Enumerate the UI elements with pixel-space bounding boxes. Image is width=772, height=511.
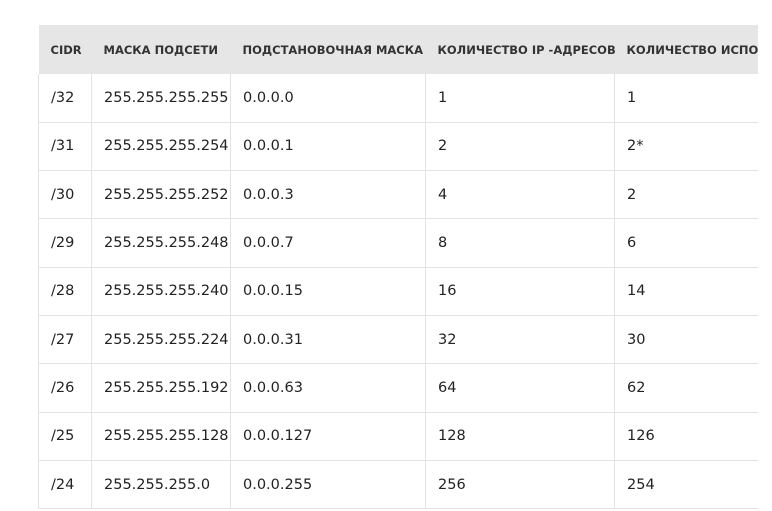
table-row: /24 255.255.255.0 0.0.0.255 256 254 <box>38 460 758 510</box>
header-subnet-mask: МАСКА ПОДСЕТИ <box>103 42 219 57</box>
header-wildcard-mask: ПОДСТАНОВОЧНАЯ МАСКА <box>242 42 424 57</box>
table-row: /29 255.255.255.248 0.0.0.7 8 6 <box>38 218 758 268</box>
cell-cidr: /26 <box>38 363 92 413</box>
table-row: /27 255.255.255.224 0.0.0.31 32 30 <box>38 315 758 365</box>
cell-subnet-mask: 255.255.255.254 <box>91 122 231 172</box>
cell-wildcard-mask: 0.0.0.63 <box>230 363 426 413</box>
cell-cidr: /32 <box>38 74 92 123</box>
cell-ip-count: 1 <box>425 74 615 123</box>
cell-usable-count: 126 <box>614 412 758 461</box>
cell-ip-count: 128 <box>425 412 615 461</box>
cell-subnet-mask: 255.255.255.248 <box>91 218 231 268</box>
cell-ip-count: 64 <box>425 363 615 413</box>
cell-ip-count: 16 <box>425 267 615 316</box>
cell-wildcard-mask: 0.0.0.1 <box>230 122 426 172</box>
cidr-subnet-table: CIDR МАСКА ПОДСЕТИ ПОДСТАНОВОЧНАЯ МАСКА … <box>38 25 759 510</box>
cell-ip-count: 4 <box>425 170 615 220</box>
cell-usable-count: 14 <box>614 267 758 316</box>
header-usable-count: КОЛИЧЕСТВО ИСПОЛ <box>626 42 759 57</box>
cell-subnet-mask: 255.255.255.240 <box>91 267 231 316</box>
cell-wildcard-mask: 0.0.0.3 <box>230 170 426 220</box>
header-cidr: CIDR <box>50 42 82 57</box>
vertical-scrollbar[interactable] <box>758 0 772 511</box>
table-row: /32 255.255.255.255 0.0.0.0 1 1 <box>38 74 758 123</box>
cell-wildcard-mask: 0.0.0.255 <box>230 460 426 510</box>
cell-wildcard-mask: 0.0.0.127 <box>230 412 426 461</box>
cell-usable-count: 6 <box>614 218 758 268</box>
cell-usable-count: 254 <box>614 460 758 510</box>
cell-cidr: /24 <box>38 460 92 510</box>
cell-ip-count: 256 <box>425 460 615 510</box>
table-header: CIDR МАСКА ПОДСЕТИ ПОДСТАНОВОЧНАЯ МАСКА … <box>38 25 759 74</box>
table-row: /28 255.255.255.240 0.0.0.15 16 14 <box>38 267 758 316</box>
header-row: CIDR МАСКА ПОДСЕТИ ПОДСТАНОВОЧНАЯ МАСКА … <box>38 25 759 74</box>
table-body: /32 255.255.255.255 0.0.0.0 1 1 /31 255.… <box>38 74 758 510</box>
cell-subnet-mask: 255.255.255.224 <box>91 315 231 365</box>
cell-cidr: /29 <box>38 218 92 268</box>
table-viewport[interactable]: CIDR МАСКА ПОДСЕТИ ПОДСТАНОВОЧНАЯ МАСКА … <box>0 0 758 511</box>
cell-wildcard-mask: 0.0.0.15 <box>230 267 426 316</box>
table-row: /31 255.255.255.254 0.0.0.1 2 2* <box>38 122 758 172</box>
cell-subnet-mask: 255.255.255.255 <box>91 74 231 123</box>
cell-subnet-mask: 255.255.255.192 <box>91 363 231 413</box>
table-row: /30 255.255.255.252 0.0.0.3 4 2 <box>38 170 758 220</box>
cell-cidr: /31 <box>38 122 92 172</box>
cell-ip-count: 32 <box>425 315 615 365</box>
cell-cidr: /28 <box>38 267 92 316</box>
cell-usable-count: 62 <box>614 363 758 413</box>
header-ip-count: КОЛИЧЕСТВО IP -АДРЕСОВ <box>437 42 615 57</box>
cell-wildcard-mask: 0.0.0.0 <box>230 74 426 123</box>
cell-subnet-mask: 255.255.255.0 <box>91 460 231 510</box>
table-row: /26 255.255.255.192 0.0.0.63 64 62 <box>38 363 758 413</box>
cell-usable-count: 30 <box>614 315 758 365</box>
cell-cidr: /27 <box>38 315 92 365</box>
table-row: /25 255.255.255.128 0.0.0.127 128 126 <box>38 412 758 461</box>
cell-cidr: /25 <box>38 412 92 461</box>
cell-wildcard-mask: 0.0.0.7 <box>230 218 426 268</box>
cell-subnet-mask: 255.255.255.252 <box>91 170 231 220</box>
cell-ip-count: 2 <box>425 122 615 172</box>
cell-cidr: /30 <box>38 170 92 220</box>
cell-ip-count: 8 <box>425 218 615 268</box>
cell-usable-count: 2* <box>614 122 758 172</box>
cell-wildcard-mask: 0.0.0.31 <box>230 315 426 365</box>
cell-subnet-mask: 255.255.255.128 <box>91 412 231 461</box>
cell-usable-count: 1 <box>614 74 758 123</box>
cell-usable-count: 2 <box>614 170 758 220</box>
